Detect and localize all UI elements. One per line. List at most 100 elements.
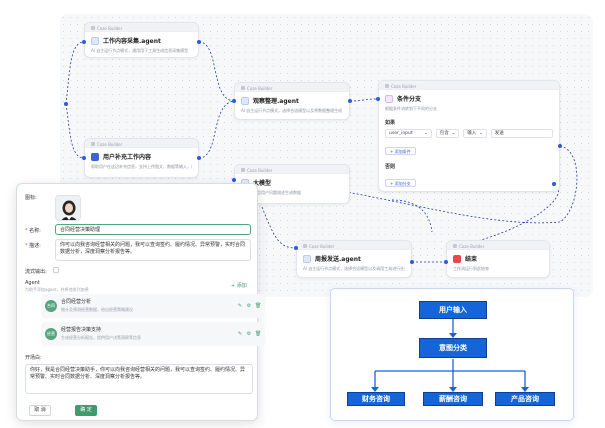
- opening-textarea[interactable]: 你好，我是合同经营决策助手，你可以向我咨询经营相关的问题，我可以查询签约、履约情…: [25, 364, 253, 394]
- else-label: 否则: [385, 164, 396, 170]
- node-work-collect[interactable]: Coze Builder 工作内容采集.agent AI 自主运行节点模式，通用…: [84, 22, 199, 58]
- port[interactable]: [232, 178, 236, 182]
- opening-value: 你好，我是合同经营决策助手，你可以向我咨询经营相关的问题，我可以查询签约、履约情…: [30, 367, 246, 380]
- port[interactable]: [232, 99, 236, 103]
- builder-icon: [241, 168, 245, 172]
- name-input[interactable]: 合同经营决策助理: [55, 224, 251, 235]
- condition-value: 发送: [494, 130, 504, 136]
- flow-branch-product: 产品咨询: [495, 392, 555, 406]
- agent-icon: [241, 96, 249, 105]
- name-label-text: 名称:: [29, 228, 41, 234]
- chevron-down-icon: ⌄: [423, 130, 428, 136]
- port[interactable]: [444, 260, 448, 264]
- branch-icon: [385, 94, 393, 103]
- flow-user-input: 用户输入: [419, 301, 487, 319]
- node-header-label: Coze Builder: [97, 141, 123, 147]
- node-desc: AI 自主运行节点模式，通用用于工具生成信息采集模型: [91, 48, 189, 53]
- agent-icon: [91, 36, 99, 45]
- port[interactable]: [82, 156, 86, 160]
- agent-desc: 统计及预测经营数据，给出经营策略建议: [61, 307, 133, 312]
- node-desc: 工作流运行到此结束: [453, 266, 489, 271]
- stream-output-checkbox[interactable]: [53, 267, 59, 273]
- if-label: 如果: [385, 120, 396, 126]
- builder-icon: [385, 84, 389, 88]
- start-port[interactable]: [64, 102, 68, 106]
- node-title: 周报发送.agent: [315, 256, 361, 263]
- node-user-supplement[interactable]: Coze Builder 用户补充工作内容 帮助用户在这边补充信息，支持上传图文…: [84, 138, 199, 178]
- condition-variable-select[interactable]: user_input ⌄: [385, 129, 432, 138]
- icon-label: 图标:: [25, 195, 37, 201]
- port[interactable]: [197, 156, 201, 160]
- name-label: * 名称:: [25, 228, 41, 234]
- node-condition[interactable]: Coze Builder 条件分支 根据条件流转到下不同的分支 如果 user_…: [378, 80, 560, 192]
- node-desc: 根据条件流转到下不同的分支: [385, 106, 437, 111]
- flow-intent-classify: 意图分类: [419, 338, 487, 358]
- agent-hint: 为助手添加agent，并将他排列加德: [25, 287, 89, 292]
- operator-value: 包含: [439, 130, 449, 136]
- cancel-button[interactable]: 取 消: [29, 405, 51, 416]
- description-value: 你可以向我咨询经营相关的问题，我可以查询签约、履约情况、异常预警，实时合同数据分…: [60, 242, 246, 255]
- delete-icon[interactable]: 🗑: [255, 331, 261, 337]
- add-condition-button[interactable]: + 添加条件: [385, 147, 416, 155]
- node-end[interactable]: Coze Builder 结束 工作流运行到此结束: [446, 240, 550, 278]
- node-weekly-send[interactable]: Coze Builder 周报发送.agent AI 自主运行节点模式，选择合适…: [296, 240, 412, 278]
- node-header-label: Coze Builder: [247, 167, 273, 173]
- node-title: 条件分支: [397, 96, 422, 103]
- edit-icon[interactable]: ✎: [237, 303, 243, 309]
- node-desc: AI 自主运行节点模式，选择合适模型以及调用工具进行任务: [303, 266, 405, 271]
- add-agent-label: 添加: [236, 283, 247, 289]
- node-title: 工作内容采集.agent: [103, 38, 161, 45]
- opening-label: 开场白:: [25, 355, 42, 361]
- port[interactable]: [410, 260, 414, 264]
- node-header-label: Coze Builder: [459, 243, 485, 249]
- form-icon: [91, 152, 99, 161]
- agent-badge: 合同: [45, 300, 57, 312]
- node-organize[interactable]: Coze Builder 观察整理.agent AI 自主运行节点模式，选择合适…: [234, 82, 350, 120]
- node-header-label: Coze Builder: [391, 83, 417, 89]
- description-textarea[interactable]: 你可以向我咨询经营相关的问题，我可以查询签约、履约情况、异常预警，实时合同数据分…: [55, 239, 251, 261]
- workflow-editor: Coze Builder 工作内容采集.agent AI 自主运行节点模式，通用…: [0, 0, 605, 428]
- assistant-avatar[interactable]: [55, 195, 81, 221]
- chevron-down-icon: ⌄: [451, 130, 456, 136]
- port[interactable]: [197, 40, 201, 44]
- avatar-portrait-icon: [56, 196, 80, 220]
- end-icon: [453, 254, 461, 263]
- desc-label-text: 描述:: [29, 243, 41, 249]
- confirm-button[interactable]: 确 定: [75, 405, 97, 416]
- agent-badge: 经营: [45, 328, 57, 340]
- port[interactable]: [82, 40, 86, 44]
- add-branch-button[interactable]: + 添加分支: [385, 179, 416, 187]
- agent-item[interactable]: 合同 合同经营分析 统计及预测经营数据，给出经营策略建议 ✎ ⚙ 🗑: [41, 294, 265, 318]
- condition-input-type-select[interactable]: 输入 ⌄: [463, 129, 487, 138]
- agent-icon: [303, 254, 311, 263]
- agent-name: 经营报告决策支持: [61, 327, 102, 333]
- node-header-label: Coze Builder: [309, 243, 335, 249]
- port[interactable]: [558, 144, 562, 148]
- port[interactable]: [552, 182, 556, 186]
- agent-item[interactable]: 经营 经营报告决策支持 生成经营分析报告，提供用户决策洞察等信息 ✎ ⚙ 🗑: [41, 322, 265, 346]
- flow-branch-finance: 财务咨询: [347, 392, 405, 406]
- port[interactable]: [376, 97, 380, 101]
- condition-operator-select[interactable]: 包含 ⌄: [435, 129, 460, 138]
- add-agent-button[interactable]: + 添加: [231, 282, 247, 289]
- node-title: 观察整理.agent: [253, 98, 299, 105]
- gear-icon[interactable]: ⚙: [246, 331, 252, 337]
- flow-branch-salary: 薪酬咨询: [423, 392, 483, 406]
- agent-desc: 生成经营分析报告，提供用户决策洞察等信息: [61, 335, 141, 340]
- node-title: 用户补充工作内容: [103, 154, 152, 161]
- condition-value-input[interactable]: 发送: [490, 129, 553, 138]
- agent-name: 合同经营分析: [61, 299, 92, 305]
- builder-icon: [91, 26, 95, 30]
- variable-value: user_input: [389, 130, 413, 136]
- node-title: 结束: [465, 256, 478, 263]
- chevron-down-icon: ⌄: [478, 130, 483, 136]
- port[interactable]: [348, 99, 352, 103]
- port[interactable]: [294, 246, 298, 250]
- gear-icon[interactable]: ⚙: [246, 303, 252, 309]
- node-desc: 帮助用户在这边补充信息，支持上传图文、数据等输入，请客输入: [91, 164, 192, 169]
- edit-icon[interactable]: ✎: [237, 331, 243, 337]
- delete-icon[interactable]: 🗑: [255, 303, 261, 309]
- assistant-config-panel: 图标: * 名称: 合同经营决策助理 * 描述: 你可以向我咨询经营相关的问题，…: [16, 183, 265, 421]
- input-type-value: 输入: [467, 130, 477, 136]
- node-header-label: Coze Builder: [97, 25, 123, 31]
